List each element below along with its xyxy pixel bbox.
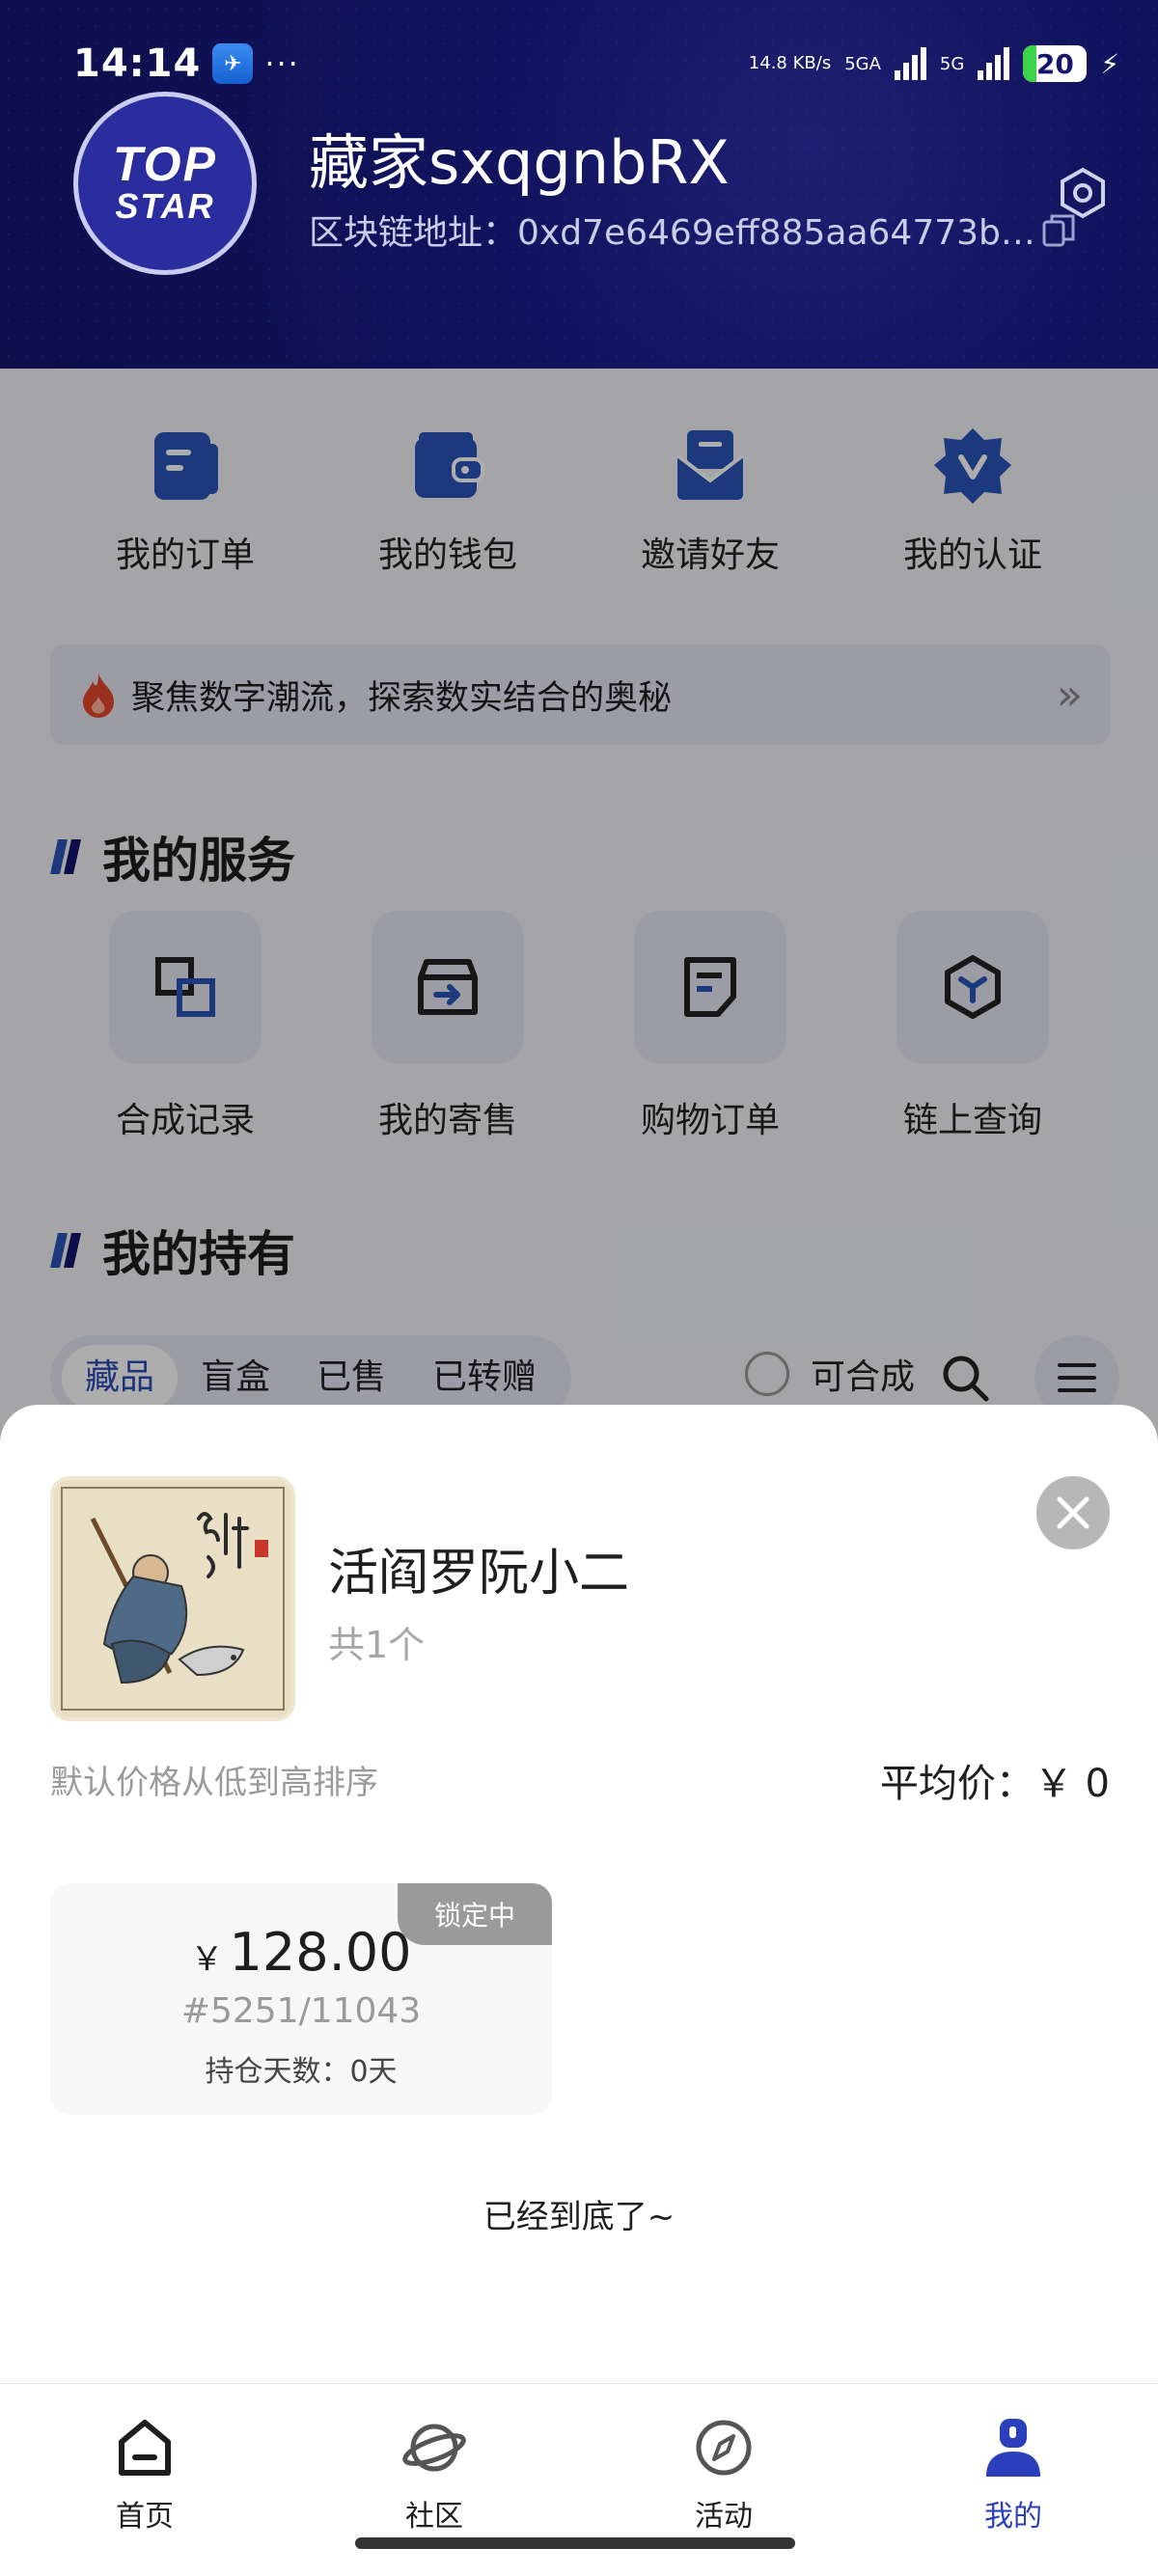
battery-icon: 20 — [1023, 45, 1088, 82]
tab-label: 社区 — [405, 2500, 463, 2534]
username: 藏家sxqgnbRX — [309, 127, 730, 198]
charging-icon: ⚡ — [1100, 47, 1119, 80]
holding-card[interactable]: 锁定中 ￥ 128.00 #5251/11043 持仓天数：0天 — [50, 1883, 552, 2115]
tab-label: 我的 — [984, 2500, 1042, 2534]
avatar-logo-top: TOP — [113, 137, 217, 191]
net-speed: 14.8 KB/s — [748, 53, 832, 73]
close-button[interactable] — [1036, 1476, 1110, 1549]
average-price: 平均价：￥ 0 — [879, 1762, 1110, 1806]
item-detail-sheet: 活阎罗阮小二 共1个 默认价格从低到高排序 平均价：￥ 0 锁定中 ￥ 128.0… — [0, 1405, 1158, 2576]
end-of-list-text: 已经到底了~ — [482, 2198, 676, 2236]
status-bar: 14:14 ✈ ··· 14.8 KB/s 5GA 5G 20 ⚡ — [73, 39, 1119, 89]
app-notification-icon: ✈ — [212, 43, 254, 84]
sort-order-toggle[interactable]: 默认价格从低到高排序 — [50, 1756, 378, 1803]
card-holding-days: 持仓天数：0天 — [205, 2055, 398, 2089]
item-artwork-image — [54, 1480, 291, 1717]
currency-symbol: ￥ — [190, 1940, 224, 1979]
status-time: 14:14 — [73, 41, 202, 86]
signal-label-2: 5G — [939, 53, 965, 74]
item-name: 活阎罗阮小二 — [328, 1545, 630, 1603]
battery-level: 20 — [1035, 47, 1074, 80]
home-icon — [119, 2420, 171, 2476]
avatar-logo-bottom: STAR — [115, 186, 215, 226]
profile-icon — [986, 2419, 1040, 2477]
price-value: 128.00 — [229, 1922, 412, 1983]
card-price: ￥ 128.00 — [50, 1922, 552, 1983]
signal-icon-2 — [978, 47, 1010, 80]
avatar[interactable]: TOP STAR — [73, 92, 257, 275]
tab-mine[interactable]: 我的 — [868, 2384, 1158, 2576]
copy-icon[interactable] — [1042, 212, 1075, 247]
planet-icon — [402, 2424, 466, 2472]
card-serial-number: #5251/11043 — [180, 1991, 422, 2031]
signal-label-1: 5GA — [844, 53, 881, 74]
tab-home[interactable]: 首页 — [0, 2384, 290, 2576]
close-icon — [1057, 1496, 1089, 1529]
more-notifications-icon: ··· — [264, 45, 300, 82]
item-thumbnail — [50, 1476, 295, 1721]
item-count: 共1个 — [328, 1624, 426, 1666]
signal-icon — [894, 47, 926, 80]
home-indicator[interactable] — [355, 2537, 795, 2549]
tab-label: 首页 — [116, 2500, 174, 2534]
compass-icon — [696, 2420, 752, 2476]
tab-label: 活动 — [695, 2500, 753, 2534]
chain-address: 区块链地址：0xd7e6469eff885aa64773b48... — [309, 213, 1042, 253]
